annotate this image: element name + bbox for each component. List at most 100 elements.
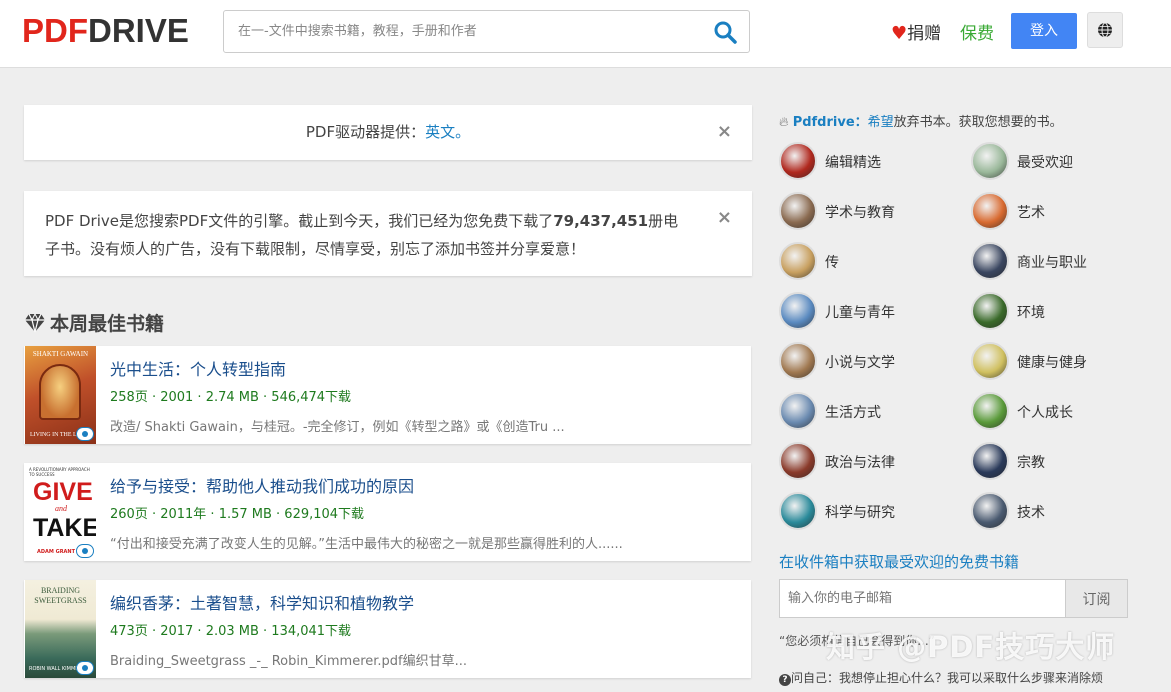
category-label[interactable]: 最受欢迎	[1017, 152, 1073, 172]
category-label[interactable]: 学术与教育	[825, 202, 895, 222]
category-label[interactable]: 传	[825, 252, 839, 272]
ask-text: ? 问自己：我想停止担心什么？我可以采取什么步骤来消除烦	[779, 669, 1103, 686]
category-thumbnail[interactable]	[971, 192, 1009, 230]
section-title: 本周最佳书籍	[24, 309, 164, 336]
section-title-text: 本周最佳书籍	[50, 313, 165, 335]
intro-notice: PDF Drive是您搜索PDF文件的引擎。截止到今天，我们已经为您免费下载了7…	[24, 191, 752, 276]
category-label[interactable]: 小说与文学	[825, 352, 895, 372]
category-item[interactable]: 科学与研究	[779, 492, 959, 532]
language-button[interactable]	[1087, 12, 1123, 48]
cover-title-line2: SWEETGRASS	[34, 596, 87, 605]
login-button[interactable]: 登入	[1011, 13, 1077, 49]
category-thumbnail[interactable]	[779, 242, 817, 280]
book-card[interactable]: SHAKTI GAWAIN LIVING IN THE LIGHT 光中生活：个…	[24, 346, 751, 444]
category-thumbnail[interactable]	[779, 292, 817, 330]
cover-author: SHAKTI GAWAIN	[32, 350, 89, 358]
category-item[interactable]: 小说与文学	[779, 342, 959, 382]
category-thumbnail[interactable]	[779, 392, 817, 430]
category-label[interactable]: 宗教	[1017, 452, 1045, 472]
fire-icon: 🔥︎	[779, 115, 789, 130]
premium-link[interactable]: 保费	[960, 19, 994, 44]
category-label[interactable]: 健康与健身	[1017, 352, 1087, 372]
preview-eye-icon[interactable]	[76, 544, 94, 558]
category-thumbnail[interactable]	[779, 192, 817, 230]
cover-author: ADAM GRANT	[37, 549, 76, 555]
category-item[interactable]: 个人成长	[971, 392, 1151, 432]
sidebar-hope-link[interactable]: 希望	[868, 115, 894, 130]
book-meta: 258页 · 2001 · 2.74 MB · 546,474下载	[110, 390, 352, 405]
newsletter-title[interactable]: 在收件箱中获取最受欢迎的免费书籍	[779, 551, 1019, 572]
close-icon[interactable]: ×	[717, 209, 732, 227]
category-label[interactable]: 编辑精选	[825, 152, 881, 172]
category-thumbnail[interactable]	[971, 242, 1009, 280]
search-input[interactable]	[238, 11, 698, 52]
category-label[interactable]: 环境	[1017, 302, 1045, 322]
english-link[interactable]: 英文。	[425, 123, 470, 141]
preview-eye-icon[interactable]	[76, 661, 94, 675]
category-item[interactable]: 艺术	[971, 192, 1151, 232]
language-notice-text: PDF驱动器提供：	[305, 123, 426, 141]
sidebar-brand[interactable]: Pdfdrive：	[793, 115, 868, 130]
category-item[interactable]: 编辑精选	[779, 142, 959, 182]
category-item[interactable]: 健康与健身	[971, 342, 1151, 382]
cover-take: TAKE.	[33, 514, 96, 542]
close-icon[interactable]: ×	[717, 123, 732, 141]
globe-icon	[1098, 22, 1112, 38]
category-label[interactable]: 艺术	[1017, 202, 1045, 222]
category-item[interactable]: 政治与法律	[779, 442, 959, 482]
download-count: 79,437,451	[553, 212, 649, 230]
category-thumbnail[interactable]	[779, 342, 817, 380]
book-cover[interactable]: SHAKTI GAWAIN LIVING IN THE LIGHT	[25, 346, 96, 444]
subscribe-button[interactable]: 订阅	[1065, 579, 1128, 618]
cover-tagline: A REVOLUTIONARY APPROACH TO SUCCESS	[29, 467, 90, 477]
logo-drive: DRIVE	[88, 12, 189, 49]
book-cover[interactable]: A REVOLUTIONARY APPROACH TO SUCCESS GIVE…	[25, 463, 96, 561]
category-item[interactable]: 宗教	[971, 442, 1151, 482]
category-label[interactable]: 科学与研究	[825, 502, 895, 522]
book-cover[interactable]: BRAIDING SWEETGRASS ROBIN WALL KIMMERER	[25, 580, 96, 678]
ask-text-label: 问自己：我想停止担心什么？我可以采取什么步骤来消除烦	[791, 671, 1104, 685]
search-icon[interactable]	[713, 20, 737, 44]
donate-link[interactable]: ♥捐赠	[891, 19, 941, 44]
book-card[interactable]: BRAIDING SWEETGRASS ROBIN WALL KIMMERER …	[24, 580, 751, 678]
book-title[interactable]: 给予与接受：帮助他人推动我们成功的原因	[110, 473, 414, 497]
cover-art	[39, 364, 81, 420]
category-item[interactable]: 环境	[971, 292, 1151, 332]
diamond-icon	[25, 313, 45, 333]
category-thumbnail[interactable]	[971, 492, 1009, 530]
intro-text-before: PDF Drive是您搜索PDF文件的引擎。截止到今天，我们已经为您免费下载了	[45, 212, 554, 230]
preview-eye-icon[interactable]	[76, 427, 94, 441]
book-card[interactable]: A REVOLUTIONARY APPROACH TO SUCCESS GIVE…	[24, 463, 751, 561]
category-thumbnail[interactable]	[779, 442, 817, 480]
category-thumbnail[interactable]	[779, 142, 817, 180]
logo-pdf: PDF	[22, 12, 88, 49]
book-title[interactable]: 编织香茅：土著智慧，科学知识和植物教学	[110, 590, 414, 614]
sidebar-intro-text: 放弃书本。获取您想要的书。	[893, 115, 1063, 130]
category-thumbnail[interactable]	[971, 292, 1009, 330]
category-thumbnail[interactable]	[971, 342, 1009, 380]
category-thumbnail[interactable]	[971, 142, 1009, 180]
category-item[interactable]: 商业与职业	[971, 242, 1151, 282]
category-thumbnail[interactable]	[971, 392, 1009, 430]
category-item[interactable]: 学术与教育	[779, 192, 959, 232]
question-icon: ?	[779, 674, 791, 686]
category-item[interactable]: 传	[779, 242, 959, 282]
category-item[interactable]: 生活方式	[779, 392, 959, 432]
category-label[interactable]: 政治与法律	[825, 452, 895, 472]
category-label[interactable]: 个人成长	[1017, 402, 1073, 422]
category-thumbnail[interactable]	[779, 492, 817, 530]
site-logo[interactable]: PDFDRIVE	[22, 14, 189, 48]
category-item[interactable]: 最受欢迎	[971, 142, 1151, 182]
email-input[interactable]	[779, 579, 1065, 618]
category-item[interactable]: 技术	[971, 492, 1151, 532]
top-header: PDFDRIVE ♥捐赠 保费 登入	[0, 0, 1171, 68]
category-label[interactable]: 技术	[1017, 502, 1045, 522]
category-label[interactable]: 生活方式	[825, 402, 881, 422]
donate-label: 捐赠	[907, 24, 942, 44]
category-label[interactable]: 商业与职业	[1017, 252, 1087, 272]
category-thumbnail[interactable]	[971, 442, 1009, 480]
book-title[interactable]: 光中生活：个人转型指南	[110, 356, 286, 380]
category-item[interactable]: 儿童与青年	[779, 292, 959, 332]
category-label[interactable]: 儿童与青年	[825, 302, 895, 322]
book-description: Braiding_Sweetgrass _-_ Robin_Kimmerer.p…	[110, 654, 468, 669]
